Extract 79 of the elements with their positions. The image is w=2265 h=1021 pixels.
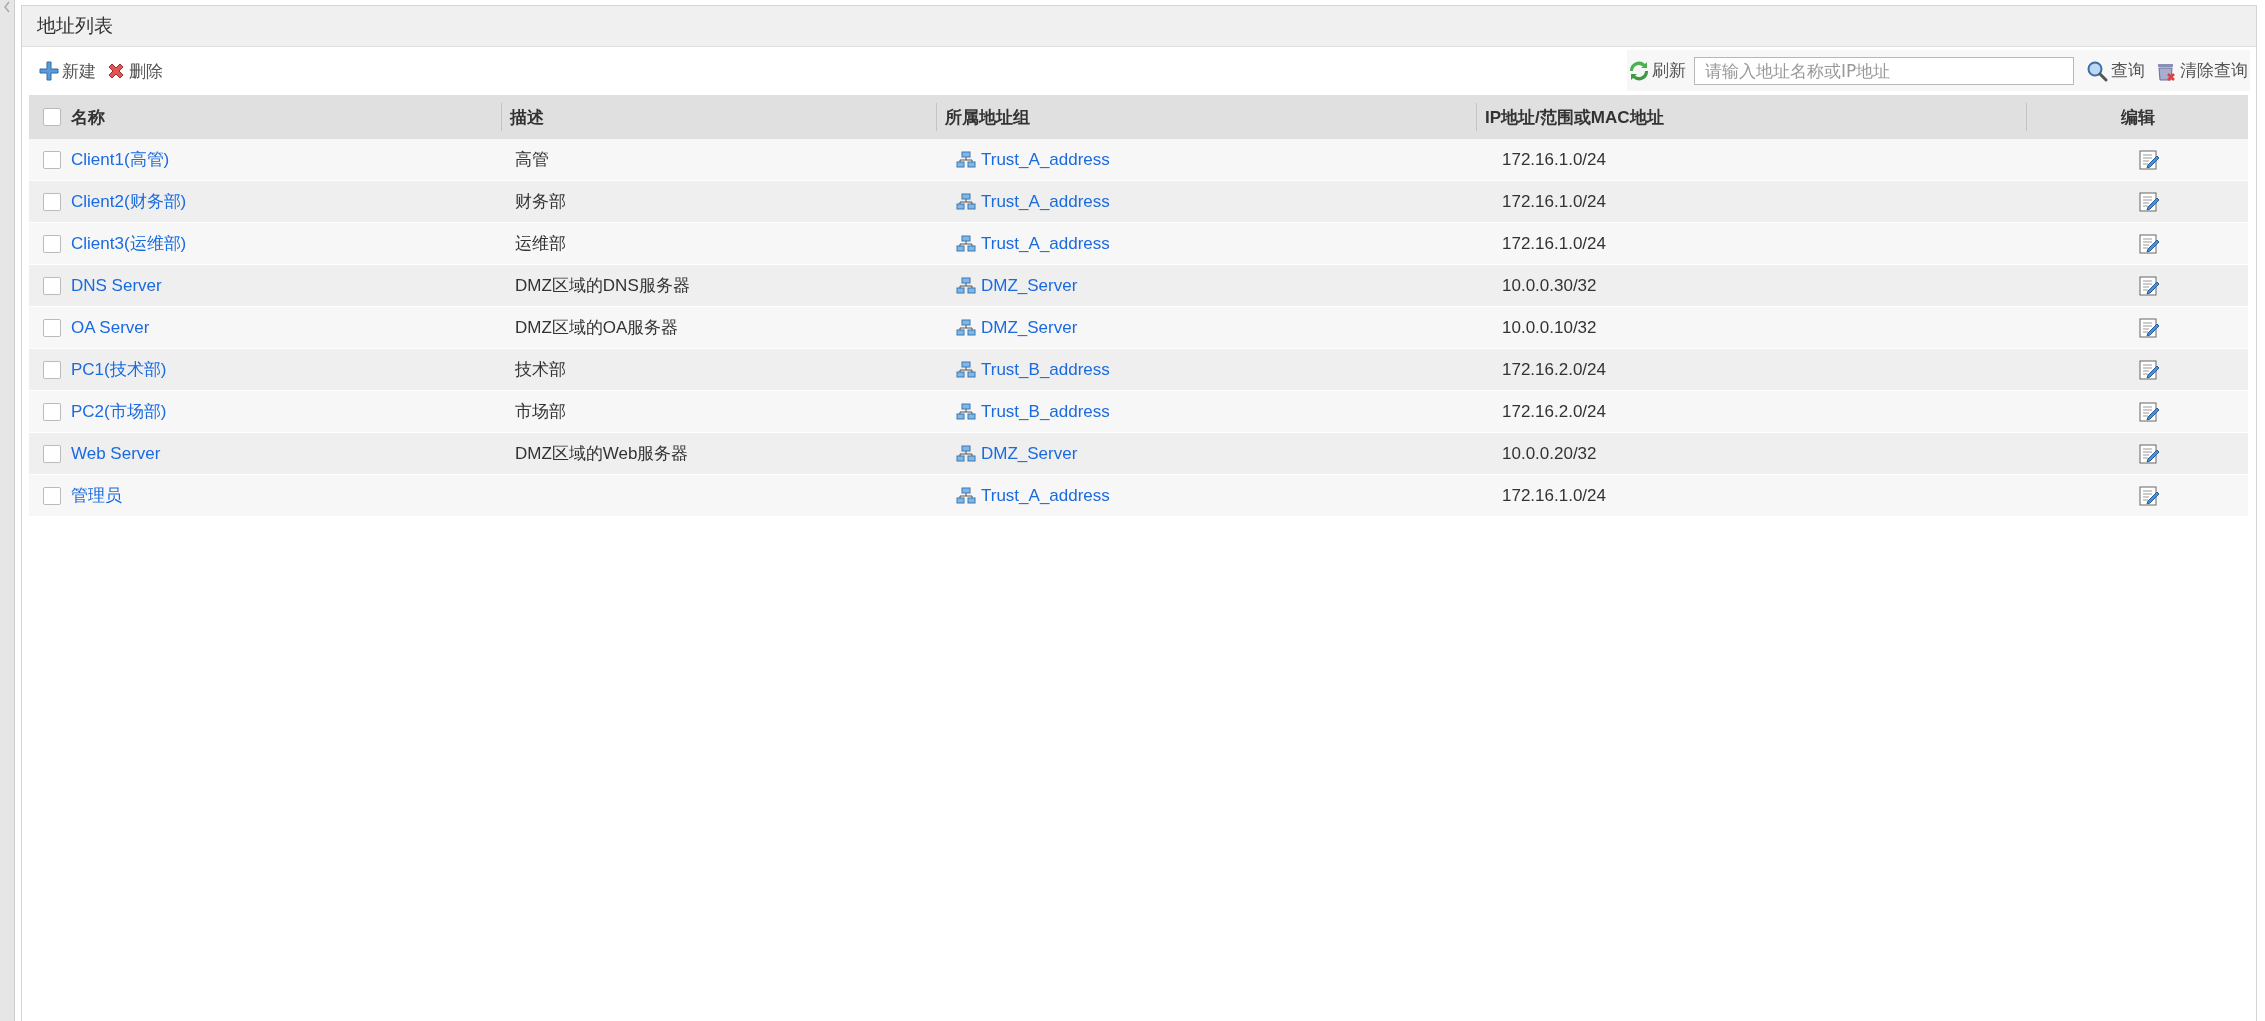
address-group-link[interactable]: Trust_B_address [981,359,1110,380]
table-cell: 10.0.0.30/32 [1502,275,1597,296]
network-icon [956,360,976,379]
edit-icon[interactable] [2138,484,2160,507]
column-header: 名称 [71,106,105,129]
table-cell: 10.0.0.20/32 [1502,443,1597,464]
table-cell: 172.16.1.0/24 [1502,149,1606,170]
checkbox[interactable] [43,276,61,295]
table-cell-text: 财务部 [515,191,566,213]
table-cell: 172.16.1.0/24 [1502,191,1606,212]
table-cell-text: 运维部 [515,233,566,255]
table-cell-text: DMZ区域的DNS服务器 [515,275,690,297]
address-name-link[interactable]: Client3(运维部) [71,232,187,255]
address-name-link[interactable]: OA Server [71,317,150,338]
table-cell: 172.16.2.0/24 [1502,359,1606,380]
address-name-link[interactable]: PC2(市场部) [71,400,167,423]
checkbox[interactable] [43,234,61,253]
address-group-link[interactable]: Trust_B_address [981,401,1110,422]
checkbox[interactable] [43,444,61,463]
checkbox[interactable] [43,486,61,505]
edit-icon[interactable] [2138,148,2160,171]
cross-icon [106,61,126,81]
table-cell-text: 高管 [515,149,549,171]
column-header: 编辑 [2120,106,2155,129]
query-button[interactable]: 查询 [2084,59,2147,82]
search-icon [2086,59,2108,82]
address-group-link[interactable]: Trust_A_address [981,233,1110,254]
delete-button[interactable]: 删除 [104,59,165,83]
checkbox[interactable] [43,360,61,379]
refresh-icon [1629,60,1649,81]
address-name-link[interactable]: Client2(财务部) [71,190,187,213]
address-group-link[interactable]: DMZ_Server [981,443,1078,464]
address-name-link[interactable]: Client1(高管) [71,148,170,171]
network-icon [956,486,976,505]
checkbox[interactable] [43,402,61,421]
new-button[interactable]: 新建 [37,59,98,83]
network-icon [956,234,976,253]
edit-icon[interactable] [2138,358,2160,381]
refresh-button[interactable]: 刷新 [1627,59,1688,82]
checkbox[interactable] [43,108,61,126]
panel-title: 地址列表 [37,13,113,38]
column-header: 描述 [510,106,544,129]
network-icon [956,402,976,421]
address-name-link[interactable]: Web Server [71,443,161,464]
address-group-link[interactable]: Trust_A_address [981,191,1110,212]
edit-icon[interactable] [2138,190,2160,213]
edit-icon[interactable] [2138,400,2160,423]
edit-icon[interactable] [2138,442,2160,465]
address-group-link[interactable]: DMZ_Server [981,275,1078,296]
table-cell: 172.16.1.0/24 [1502,485,1606,506]
checkbox[interactable] [43,192,61,211]
network-icon [956,318,976,337]
address-group-link[interactable]: Trust_A_address [981,149,1110,170]
plus-icon [39,61,59,81]
clear-query-button[interactable]: 清除查询 [2153,59,2250,82]
network-icon [956,192,976,211]
table-cell: 172.16.2.0/24 [1502,401,1606,422]
address-group-link[interactable]: DMZ_Server [981,317,1078,338]
column-header: IP地址/范围或MAC地址 [1485,106,1664,129]
address-name-link[interactable]: 管理员 [71,484,122,507]
table-cell: 172.16.1.0/24 [1502,233,1606,254]
checkbox[interactable] [43,318,61,337]
address-name-link[interactable]: DNS Server [71,275,162,296]
edit-icon[interactable] [2138,316,2160,339]
column-header: 所属地址组 [945,106,1030,129]
edit-icon[interactable] [2138,274,2160,297]
table-cell-text: 市场部 [515,401,566,423]
table-cell-text: DMZ区域的OA服务器 [515,317,679,339]
table-cell-text: 技术部 [515,359,566,381]
network-icon [956,276,976,295]
address-name-link[interactable]: PC1(技术部) [71,358,167,381]
edit-icon[interactable] [2138,232,2160,255]
search-field[interactable]: 请输入地址名称或IP地址 [1694,56,2074,85]
network-icon [956,150,976,169]
network-icon [956,444,976,463]
table-cell: 10.0.0.10/32 [1502,317,1597,338]
address-group-link[interactable]: Trust_A_address [981,485,1110,506]
checkbox[interactable] [43,150,61,169]
table-cell-text: DMZ区域的Web服务器 [515,443,689,465]
